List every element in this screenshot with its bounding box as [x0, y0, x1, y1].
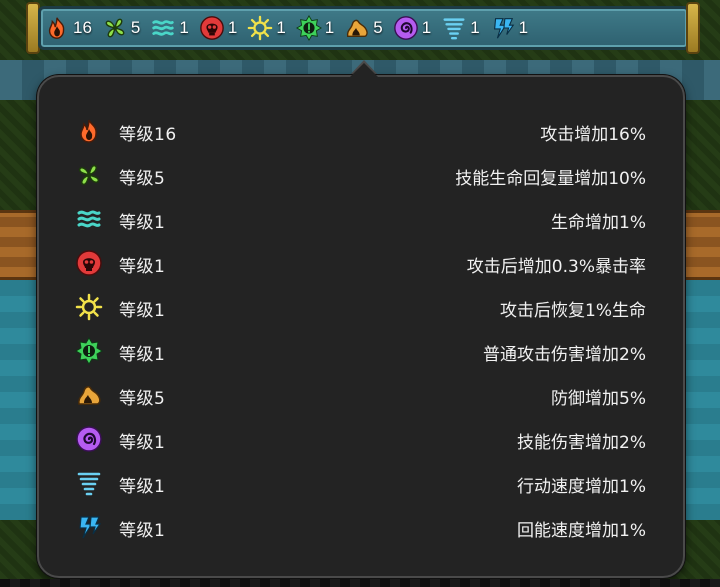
buff-chip-skull[interactable]: 1: [199, 15, 237, 41]
fire-icon: [44, 15, 70, 41]
buff-level: 等级5: [119, 169, 166, 189]
buff-detail-list: 等级16 攻击增加16% 等级5 技能生命回复量增加10% 等级1 生命增加1%…: [39, 109, 683, 549]
list-item: 等级1 攻击后增加0.3%暴击率: [39, 241, 683, 285]
tornado-icon: [441, 15, 467, 41]
lightning-icon: [75, 513, 103, 541]
clover-icon: [75, 161, 103, 189]
buff-level: 等级1: [119, 301, 166, 321]
buff-count: 1: [179, 18, 189, 37]
list-item: 等级1 普通攻击伤害增加2%: [39, 329, 683, 373]
buff-count: 5: [373, 18, 383, 37]
buff-level: 等级1: [119, 433, 166, 453]
list-item: 等级1 回能速度增加1%: [39, 505, 683, 549]
buff-summary-row[interactable]: 16 5 1 1 1 1 5 1 1 1: [44, 12, 674, 44]
tooltip-arrow-inner: [350, 63, 378, 77]
tornado-icon: [75, 469, 103, 497]
top-bar-pillar-right: [686, 2, 700, 54]
skull-icon: [75, 249, 103, 277]
lightning-icon: [490, 15, 516, 41]
list-item: 等级1 攻击后恢复1%生命: [39, 285, 683, 329]
buff-count: 1: [227, 18, 238, 37]
sun-icon: [247, 15, 273, 41]
buff-level: 等级1: [119, 521, 166, 541]
buff-effect: 攻击后增加0.3%暴击率: [466, 257, 646, 277]
buff-level: 等级1: [119, 257, 166, 277]
gear-sun-icon: [296, 15, 322, 41]
buff-effect: 攻击增加16%: [540, 125, 646, 145]
spiral-icon: [75, 425, 103, 453]
sun-icon: [75, 293, 103, 321]
buff-count: 16: [73, 18, 92, 37]
buff-effect: 防御增加5%: [551, 389, 646, 409]
buff-chip-tornado[interactable]: 1: [441, 15, 480, 41]
rock-icon: [344, 15, 370, 41]
list-item: 等级16 攻击增加16%: [39, 109, 683, 153]
list-item: 等级5 技能生命回复量增加10%: [39, 153, 683, 197]
buff-chip-waves[interactable]: 1: [150, 15, 189, 41]
buff-count: 1: [518, 18, 529, 37]
buff-chip-sun[interactable]: 1: [247, 15, 286, 41]
buff-detail-tooltip: 等级16 攻击增加16% 等级5 技能生命回复量增加10% 等级1 生命增加1%…: [37, 75, 685, 578]
bottom-edge-stripe: [0, 579, 720, 587]
buff-count: 1: [324, 18, 335, 37]
buff-count: 1: [276, 18, 286, 37]
buff-chip-lightning[interactable]: 1: [490, 15, 528, 41]
buff-effect: 技能伤害增加2%: [517, 433, 646, 453]
skull-icon: [199, 15, 225, 41]
buff-count: 1: [470, 18, 480, 37]
buff-level: 等级1: [119, 345, 166, 365]
buff-level: 等级1: [119, 477, 166, 497]
buff-effect: 攻击后恢复1%生命: [500, 301, 646, 321]
list-item: 等级1 生命增加1%: [39, 197, 683, 241]
buff-effect: 回能速度增加1%: [517, 521, 646, 541]
buff-effect: 生命增加1%: [551, 213, 646, 233]
waves-icon: [75, 205, 103, 233]
buff-level: 等级16: [119, 125, 177, 145]
gear-sun-icon: [75, 337, 103, 365]
rock-icon: [75, 381, 103, 409]
clover-icon: [102, 15, 128, 41]
buff-chip-fire[interactable]: 16: [44, 15, 92, 41]
list-item: 等级5 防御增加5%: [39, 373, 683, 417]
buff-level: 等级5: [119, 389, 166, 409]
list-item: 等级1 技能伤害增加2%: [39, 417, 683, 461]
buff-level: 等级1: [119, 213, 166, 233]
buff-chip-gear-sun[interactable]: 1: [296, 15, 334, 41]
fire-icon: [75, 117, 103, 145]
buff-count: 5: [130, 18, 141, 37]
buff-chip-spiral[interactable]: 1: [393, 15, 431, 41]
buff-count: 1: [421, 18, 432, 37]
buff-chip-rock[interactable]: 5: [344, 15, 383, 41]
buff-effect: 行动速度增加1%: [517, 477, 646, 497]
buff-effect: 普通攻击伤害增加2%: [483, 345, 646, 365]
list-item: 等级1 行动速度增加1%: [39, 461, 683, 505]
buff-effect: 技能生命回复量增加10%: [455, 169, 646, 189]
spiral-icon: [393, 15, 419, 41]
waves-icon: [150, 15, 176, 41]
buff-chip-clover[interactable]: 5: [102, 15, 140, 41]
